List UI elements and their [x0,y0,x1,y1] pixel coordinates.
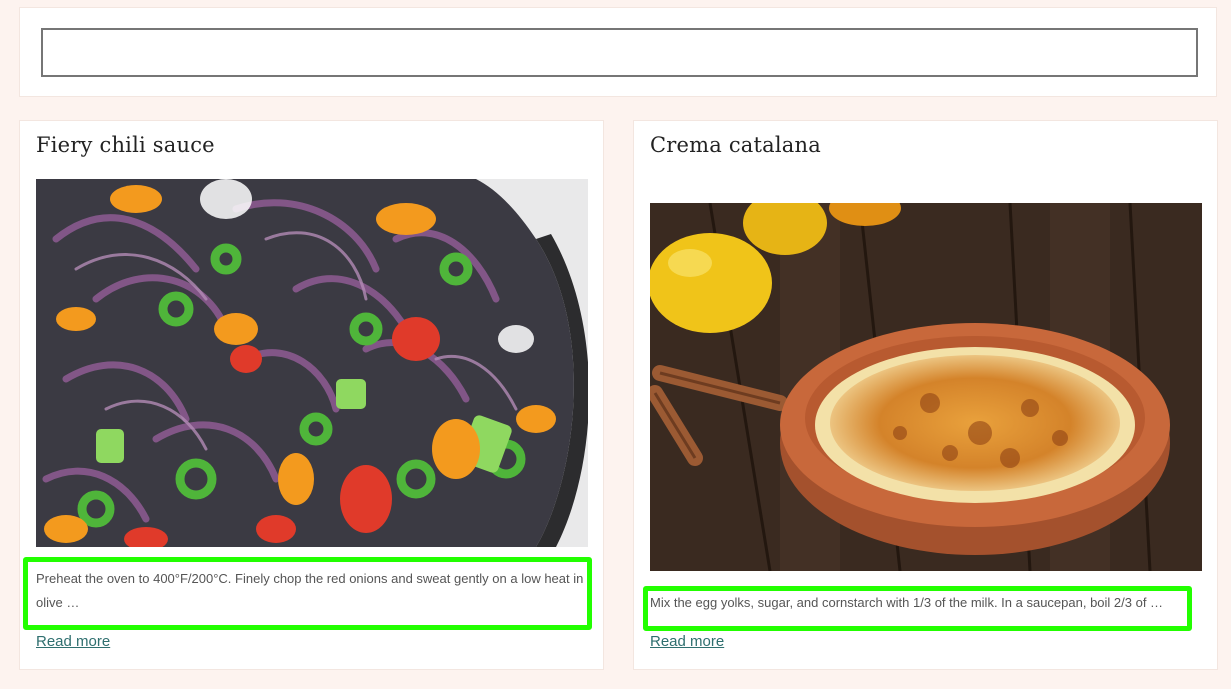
search-input[interactable] [41,28,1198,77]
recipe-title[interactable]: Crema catalana [650,133,821,157]
recipe-title[interactable]: Fiery chili sauce [36,133,215,157]
chili-sauce-photo[interactable] [36,179,588,547]
read-more-link[interactable]: Read more [650,633,724,650]
read-more-link[interactable]: Read more [36,633,110,650]
recipe-card: Fiery chili sauce Preheat the oven to 40… [19,120,604,670]
crema-catalana-photo[interactable] [650,203,1202,571]
recipe-card: Crema catalana Mix the egg yolks, sugar,… [633,120,1218,670]
excerpt-highlight-box [643,586,1192,631]
search-panel [19,7,1217,97]
excerpt-highlight-box [23,557,592,630]
